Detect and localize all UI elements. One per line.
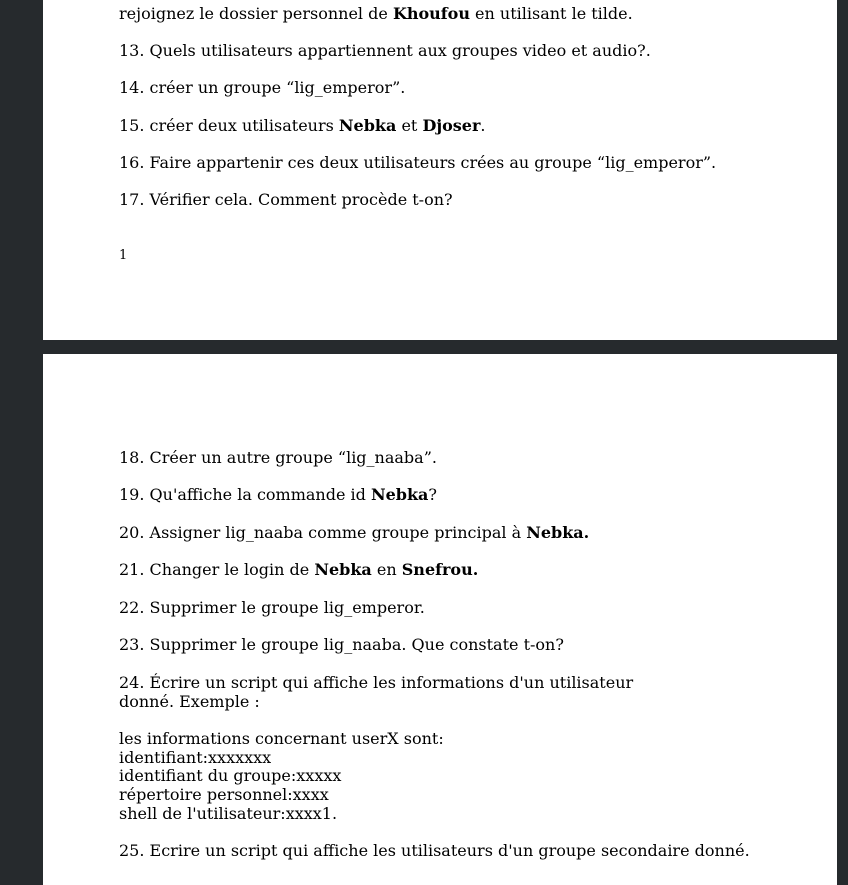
- text-fragment: en: [371, 560, 402, 579]
- text-bold: Nebka: [314, 560, 372, 579]
- question-14: 14. créer un groupe “lig_emperor”.: [119, 78, 406, 97]
- example-line-4: répertoire personnel:xxxx: [119, 785, 329, 804]
- text-fragment: 20. Assigner lig_naaba comme groupe prin…: [119, 523, 527, 542]
- example-line-5: shell de l'utilisateur:xxxx1.: [119, 804, 338, 823]
- question-21: 21. Changer le login de Nebka en Snefrou…: [119, 560, 478, 579]
- page-number: 1: [119, 248, 128, 263]
- text-bold: Djoser: [422, 116, 481, 135]
- question-20: 20. Assigner lig_naaba comme groupe prin…: [119, 523, 589, 542]
- example-line-2: identifiant:xxxxxxx: [119, 748, 272, 767]
- text-bold: Khoufou: [392, 4, 470, 23]
- question-15: 15. créer deux utilisateurs Nebka et Djo…: [119, 116, 486, 135]
- document-page-2: 18. Créer un autre groupe “lig_naaba”. 1…: [43, 354, 837, 885]
- example-line-3: identifiant du groupe:xxxxx: [119, 766, 342, 785]
- text-fragment: .: [480, 116, 486, 135]
- question-18: 18. Créer un autre groupe “lig_naaba”.: [119, 448, 437, 467]
- question-16: 16. Faire appartenir ces deux utilisateu…: [119, 153, 717, 172]
- text-line-top: rejoignez le dossier personnel de Khoufo…: [119, 4, 633, 23]
- text-fragment: 21. Changer le login de: [119, 560, 315, 579]
- question-25: 25. Ecrire un script qui affiche les uti…: [119, 841, 750, 860]
- text-fragment: 15. créer deux utilisateurs: [119, 116, 339, 135]
- text-fragment: 19. Qu'affiche la commande id: [119, 485, 371, 504]
- question-13: 13. Quels utilisateurs appartiennent aux…: [119, 41, 651, 60]
- text-bold: Snefrou.: [401, 560, 479, 579]
- question-24-line-2: donné. Exemple :: [119, 692, 260, 711]
- question-23: 23. Supprimer le groupe lig_naaba. Que c…: [119, 635, 564, 654]
- question-19: 19. Qu'affiche la commande id Nebka?: [119, 485, 437, 504]
- text-fragment: et: [396, 116, 423, 135]
- text-bold: Nebka: [370, 485, 429, 504]
- question-24-line-1: 24. Écrire un script qui affiche les inf…: [119, 673, 634, 692]
- document-page-1: rejoignez le dossier personnel de Khoufo…: [43, 0, 837, 340]
- text-fragment: ?: [428, 485, 437, 504]
- text-fragment: en utilisant le tilde.: [469, 4, 633, 23]
- text-fragment: rejoignez le dossier personnel de: [119, 4, 393, 23]
- text-bold: Nebka.: [526, 523, 590, 542]
- text-bold: Nebka: [338, 116, 397, 135]
- question-22: 22. Supprimer le groupe lig_emperor.: [119, 598, 425, 617]
- example-line-1: les informations concernant userX sont:: [119, 729, 444, 748]
- question-17: 17. Vérifier cela. Comment procède t-on?: [119, 190, 453, 209]
